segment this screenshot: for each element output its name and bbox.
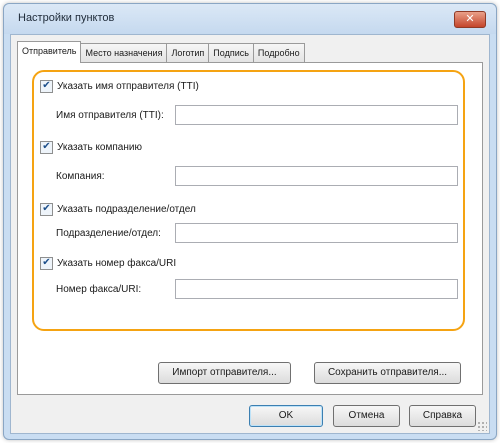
- department-checkbox-label: Указать подразделение/отдел: [57, 203, 196, 215]
- fax-checkbox-row[interactable]: ✔ Указать номер факса/URI: [40, 256, 176, 270]
- fax-checkbox[interactable]: ✔: [40, 256, 53, 270]
- dialog-title: Настройки пунктов: [18, 12, 115, 24]
- sender-name-checkbox-row[interactable]: ✔ Указать имя отправителя (TTI): [40, 79, 199, 93]
- department-label: Подразделение/отдел:: [56, 228, 161, 239]
- sender-name-input[interactable]: [175, 105, 458, 125]
- fax-input[interactable]: [175, 279, 458, 299]
- tab-signature[interactable]: Подпись: [208, 43, 254, 63]
- tab-details[interactable]: Подробно: [252, 43, 305, 63]
- title-bar[interactable]: Настройки пунктов ✕: [4, 4, 496, 34]
- resize-grip-icon[interactable]: [477, 421, 487, 431]
- tab-sender[interactable]: Отправитель: [17, 41, 82, 63]
- company-checkbox-label: Указать компанию: [57, 141, 142, 153]
- ok-button[interactable]: OK: [249, 405, 323, 427]
- sender-name-checkbox[interactable]: ✔: [40, 79, 53, 93]
- department-input[interactable]: [175, 223, 458, 243]
- dialog-body: Отправитель Место назначения Логотип Под…: [10, 34, 490, 434]
- company-label: Компания:: [56, 171, 105, 182]
- checkmark-icon: ✔: [42, 257, 51, 268]
- close-button[interactable]: ✕: [454, 11, 486, 28]
- sender-tab-panel: ✔ Указать имя отправителя (TTI) Имя отпр…: [17, 62, 483, 395]
- cancel-button[interactable]: Отмена: [333, 405, 400, 427]
- department-checkbox-row[interactable]: ✔ Указать подразделение/отдел: [40, 202, 196, 216]
- help-button[interactable]: Справка: [409, 405, 476, 427]
- fax-label: Номер факса/URI:: [56, 284, 142, 295]
- tab-logo[interactable]: Логотип: [166, 43, 210, 63]
- tab-destination[interactable]: Место назначения: [80, 43, 168, 63]
- company-checkbox[interactable]: ✔: [40, 140, 53, 154]
- sender-name-label: Имя отправителя (TTI):: [56, 110, 164, 121]
- company-checkbox-row[interactable]: ✔ Указать компанию: [40, 140, 142, 154]
- company-input[interactable]: [175, 166, 458, 186]
- sender-name-checkbox-label: Указать имя отправителя (TTI): [57, 80, 199, 92]
- close-icon: ✕: [465, 13, 475, 25]
- fax-checkbox-label: Указать номер факса/URI: [57, 257, 177, 269]
- import-sender-button[interactable]: Импорт отправителя...: [158, 362, 291, 384]
- settings-dialog: Настройки пунктов ✕ Отправитель Место на…: [3, 3, 497, 440]
- tab-strip: Отправитель Место назначения Логотип Под…: [17, 41, 305, 63]
- save-sender-button[interactable]: Сохранить отправителя...: [314, 362, 461, 384]
- checkmark-icon: ✔: [42, 80, 51, 91]
- checkmark-icon: ✔: [42, 203, 51, 214]
- department-checkbox[interactable]: ✔: [40, 202, 53, 216]
- checkmark-icon: ✔: [42, 141, 51, 152]
